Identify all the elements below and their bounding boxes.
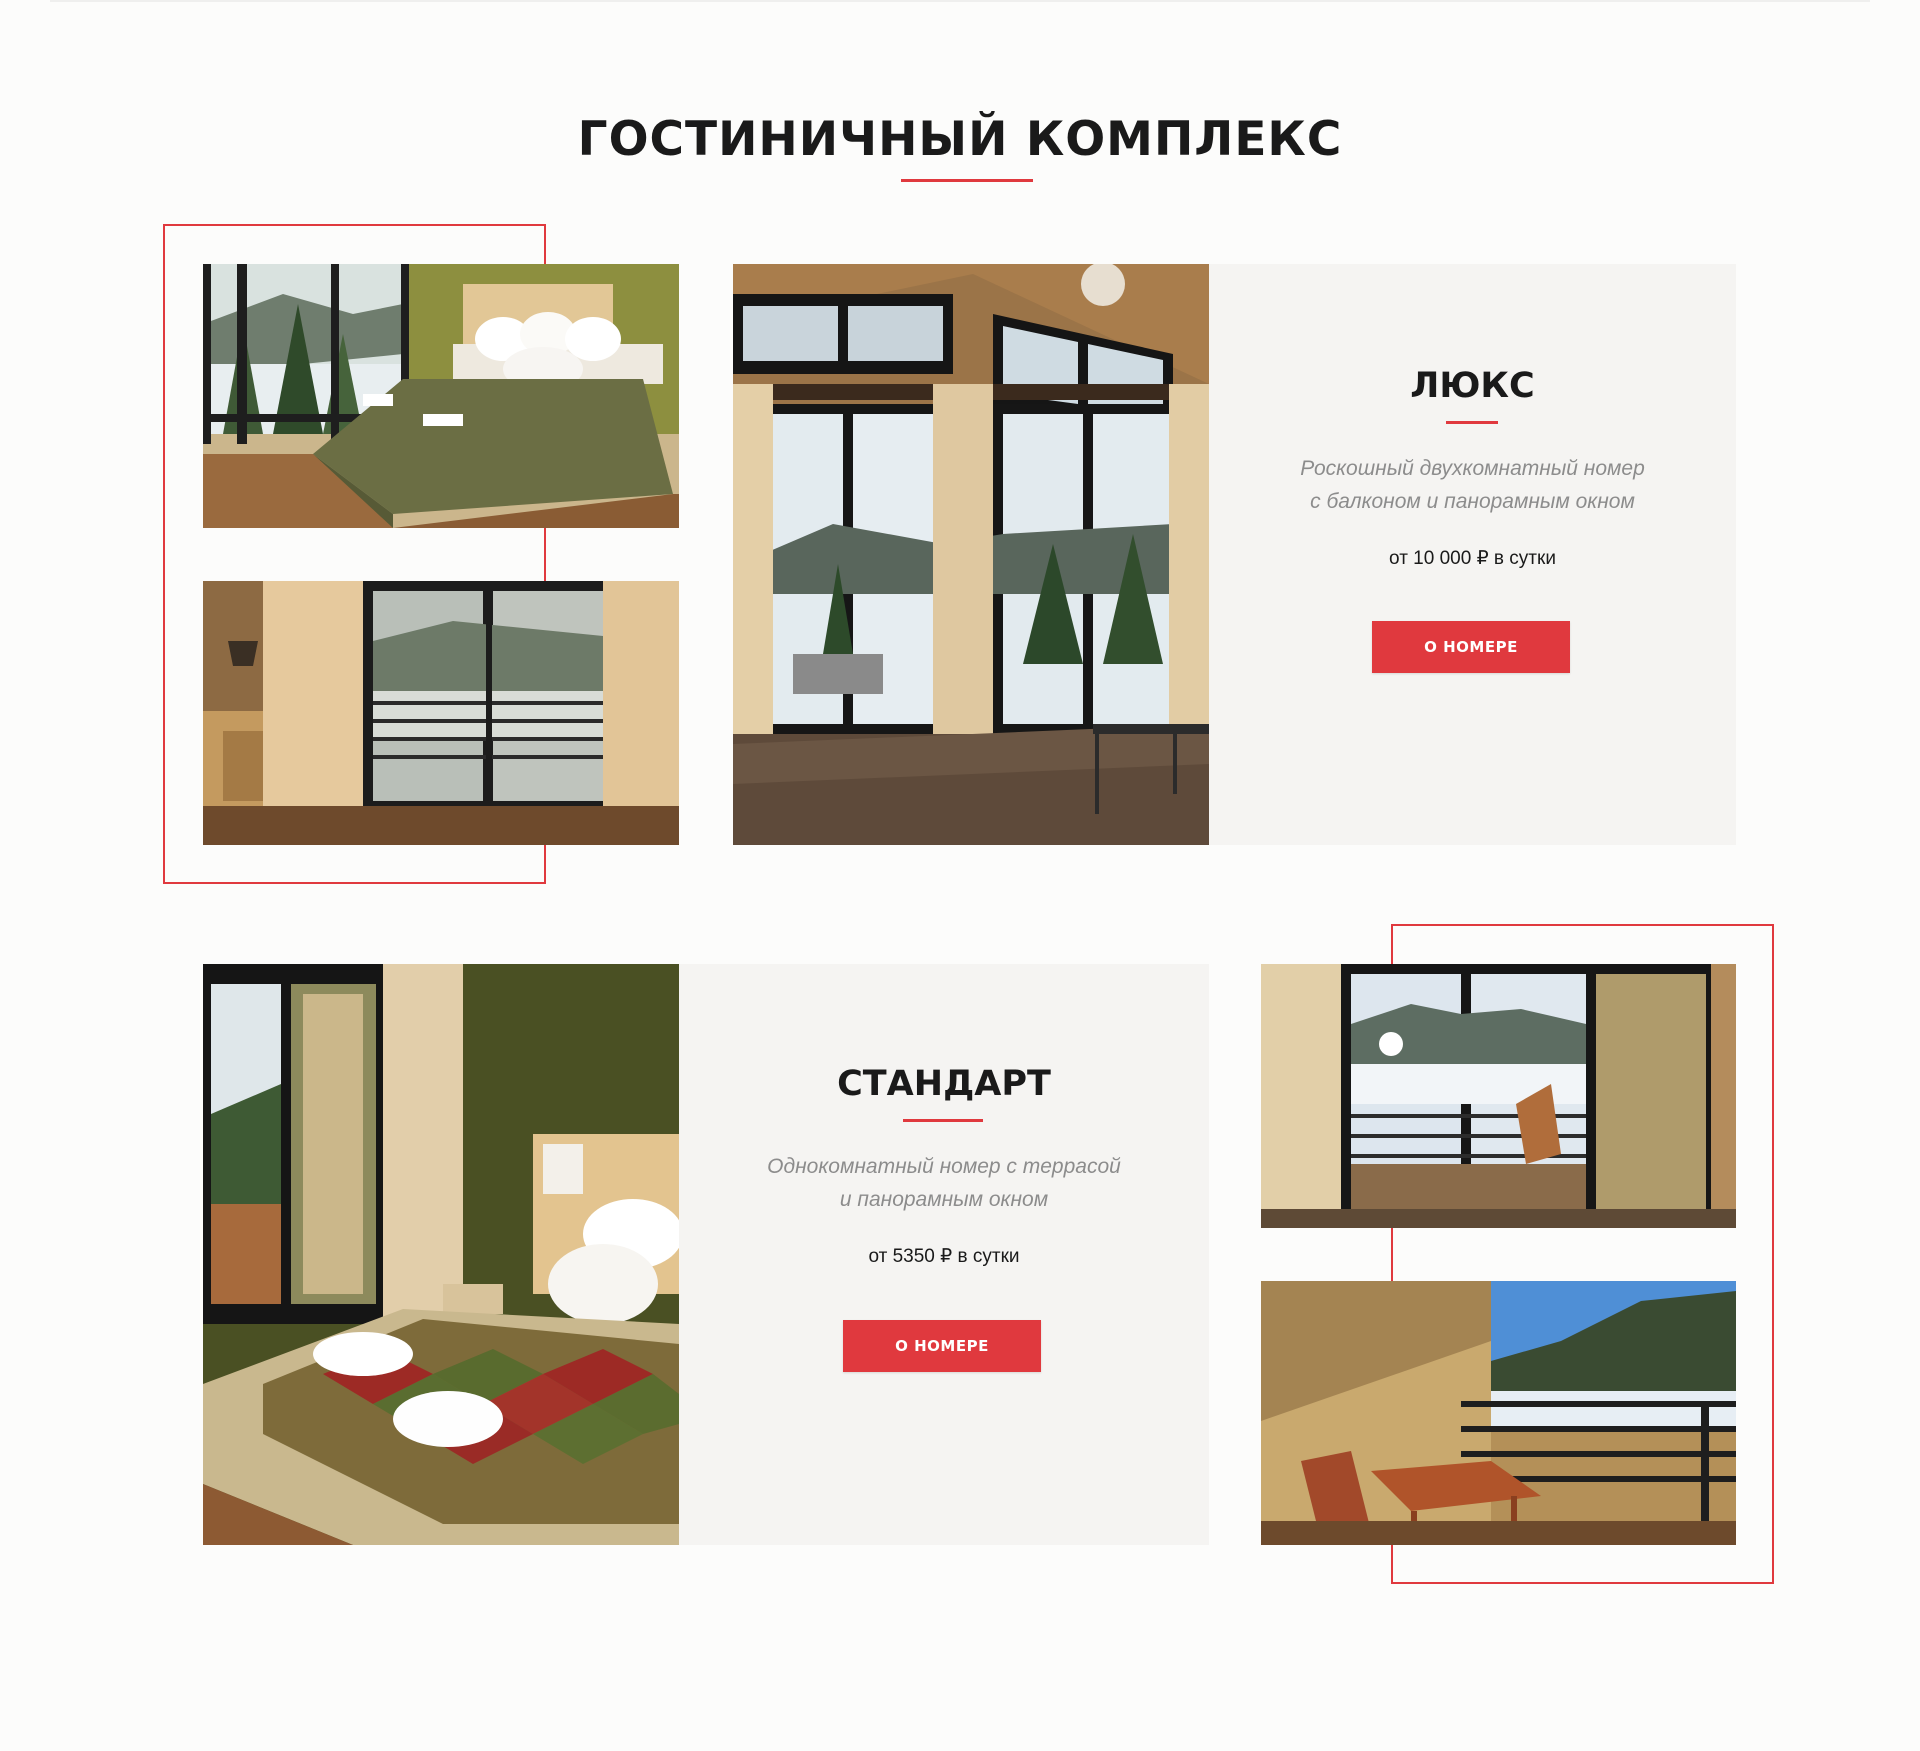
lux-title-underline bbox=[1446, 421, 1498, 424]
lux-info-panel: ЛЮКС Роскошный двухкомнатный номер с бал… bbox=[1209, 264, 1736, 845]
standard-about-button[interactable]: О НОМЕРЕ bbox=[843, 1320, 1041, 1372]
section-title: ГОСТИНИЧНЫЙ КОМПЛЕКС bbox=[577, 112, 1343, 167]
lux-photo-balcony-room[interactable] bbox=[203, 581, 679, 845]
lux-description-line-1: Роскошный двухкомнатный номер bbox=[1300, 457, 1645, 480]
lux-photo-panoramic-window[interactable] bbox=[733, 264, 1209, 845]
standard-photo-terrace-lake[interactable] bbox=[1261, 1281, 1736, 1545]
standard-description-line-2: и панорамным окном bbox=[839, 1188, 1049, 1211]
standard-price: от 5350 ₽ в сутки bbox=[868, 1246, 1020, 1267]
section-title-underline bbox=[901, 179, 1033, 182]
lux-price: от 10 000 ₽ в сутки bbox=[1389, 548, 1556, 569]
standard-info-panel: СТАНДАРТ Однокомнатный номер с террасой … bbox=[679, 964, 1209, 1545]
lux-title: ЛЮКС bbox=[1410, 366, 1535, 406]
standard-description-line-1: Однокомнатный номер с террасой bbox=[767, 1155, 1121, 1178]
lux-description-line-2: с балконом и панорамным окном bbox=[1310, 490, 1635, 513]
standard-photo-terrace-door[interactable] bbox=[1261, 964, 1736, 1228]
standard-photo-bedroom[interactable] bbox=[203, 964, 679, 1545]
lux-photo-bedroom[interactable] bbox=[203, 264, 679, 528]
standard-title: СТАНДАРТ bbox=[837, 1064, 1051, 1104]
lux-about-button[interactable]: О НОМЕРЕ bbox=[1372, 621, 1570, 673]
top-divider bbox=[50, 0, 1870, 2]
standard-title-underline bbox=[903, 1119, 983, 1122]
